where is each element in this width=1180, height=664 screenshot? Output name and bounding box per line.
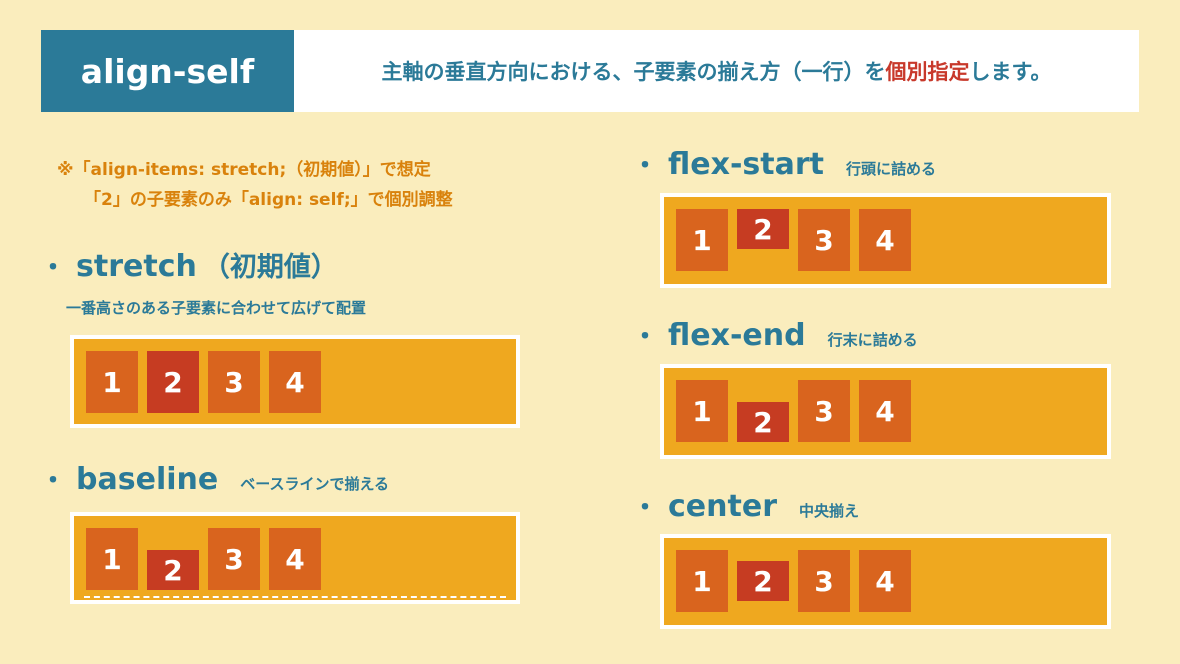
flex-item-2-highlighted: 2 <box>737 209 789 249</box>
section-title-baseline: ・ baseline ベースラインで揃える <box>40 460 389 497</box>
section-name-flex-end: flex-end <box>668 318 806 353</box>
flex-container-flex-start: 1 2 3 4 <box>660 193 1111 288</box>
flex-item-3: 3 <box>208 351 260 413</box>
flex-item-1: 1 <box>86 351 138 413</box>
section-suffix-stretch: （初期値） <box>202 252 338 283</box>
property-description: 主軸の垂直方向における、子要素の揃え方（一行）を 個別指定 します。 <box>294 30 1139 112</box>
bullet: ・ <box>40 253 67 283</box>
header-banner: align-self 主軸の垂直方向における、子要素の揃え方（一行）を 個別指定し… <box>41 30 1139 112</box>
bullet: ・ <box>40 466 67 496</box>
bullet: ・ <box>632 151 659 181</box>
flex-item-1: 1 <box>676 209 728 271</box>
section-caption-stretch: 一番高さのある子要素に合わせて広げて配置 <box>66 299 367 317</box>
section-sub-flex-end: 行末に詰める <box>827 331 918 349</box>
section-name-stretch: stretch <box>76 249 197 284</box>
section-title-flex-start: ・ flex-start 行頭に詰める <box>632 145 936 182</box>
flex-container-baseline: 1 2 3 4 <box>70 512 520 604</box>
note-line-1: ※「align-items: stretch;（初期値）」で想定 <box>57 160 431 180</box>
flex-item-3: 3 <box>798 209 850 271</box>
flex-item-3: 3 <box>208 528 260 590</box>
flex-container-center: 1 2 3 4 <box>660 534 1111 629</box>
description-part2: します。 <box>969 60 1052 84</box>
baseline-guide-line <box>84 596 506 598</box>
section-title-stretch: ・ stretch （初期値） <box>40 245 338 284</box>
flex-item-2-highlighted: 2 <box>737 561 789 601</box>
description-emphasis: 個別指定 <box>885 60 970 84</box>
section-title-flex-end: ・ flex-end 行末に詰める <box>632 316 918 353</box>
bullet: ・ <box>632 322 659 352</box>
flex-item-2-highlighted: 2 <box>737 402 789 442</box>
flex-item-1: 1 <box>86 528 138 590</box>
property-title: align-self <box>41 30 294 112</box>
section-sub-baseline: ベースラインで揃える <box>240 475 390 493</box>
description-part1: 主軸の垂直方向における、子要素の揃え方（一行）を <box>381 60 886 84</box>
section-name-flex-start: flex-start <box>668 147 824 182</box>
flex-container-stretch: 1 2 3 4 <box>70 335 520 428</box>
flex-item-3: 3 <box>798 380 850 442</box>
flex-item-2-highlighted: 2 <box>147 351 199 413</box>
note-line-2: 「2」の子要素のみ「align: self;」で個別調整 <box>84 190 453 210</box>
flex-item-4: 4 <box>859 380 911 442</box>
section-sub-flex-start: 行頭に詰める <box>845 160 936 178</box>
flex-item-4: 4 <box>269 351 321 413</box>
section-title-center: ・ center 中央揃え <box>632 487 859 524</box>
section-name-baseline: baseline <box>76 462 219 497</box>
bullet: ・ <box>632 493 659 523</box>
flex-item-1: 1 <box>676 550 728 612</box>
flex-item-4: 4 <box>859 550 911 612</box>
flex-container-flex-end: 1 2 3 4 <box>660 364 1111 459</box>
flex-item-1: 1 <box>676 380 728 442</box>
flex-item-3: 3 <box>798 550 850 612</box>
section-name-center: center <box>668 489 777 524</box>
flex-item-4: 4 <box>859 209 911 271</box>
flex-item-2-highlighted: 2 <box>147 550 199 590</box>
section-sub-center: 中央揃え <box>799 502 860 520</box>
flex-item-4: 4 <box>269 528 321 590</box>
